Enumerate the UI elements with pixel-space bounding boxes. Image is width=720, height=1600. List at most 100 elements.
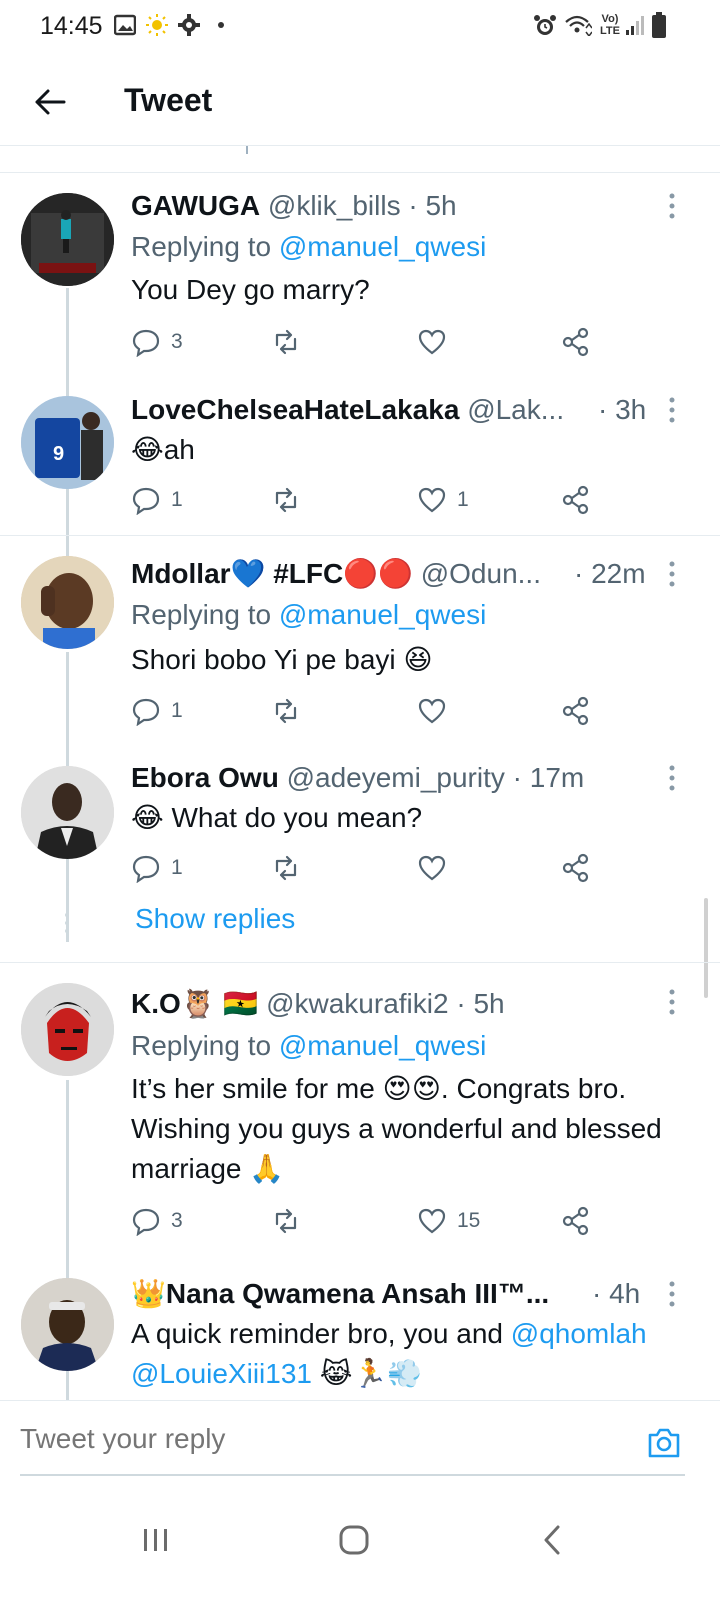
back-nav-button[interactable] (522, 1510, 582, 1570)
mention-link[interactable]: @qhomlah (511, 1318, 647, 1349)
share-button[interactable] (561, 325, 591, 359)
retweet-button[interactable] (271, 1204, 311, 1238)
handle[interactable]: @klik_bills (268, 190, 401, 221)
reply-button[interactable]: 1 (131, 694, 183, 728)
recent-apps-icon (144, 1529, 167, 1551)
more-options-icon[interactable] (662, 764, 682, 792)
heart-icon (418, 698, 446, 724)
avatar[interactable]: 9 (21, 396, 114, 489)
reply-tweet[interactable]: 9 LoveChelseaHateLakaka @Lak... · 3h 😂ah… (0, 380, 720, 535)
reply-icon (132, 1208, 160, 1236)
tweet-text: Shori bobo Yi pe bayi 😆 (131, 644, 433, 675)
battery-icon (652, 12, 666, 38)
reply-count: 1 (171, 856, 183, 879)
like-button[interactable] (417, 851, 457, 885)
heart-icon (418, 329, 446, 355)
reply-count: 3 (171, 330, 183, 353)
reply-button[interactable]: 1 (131, 483, 183, 517)
share-button[interactable] (561, 483, 591, 517)
reply-tweet[interactable]: K.O🦉 🇬🇭 @kwakurafiki2 · 5h Replying to @… (0, 970, 720, 1390)
display-name[interactable]: K.O🦉 🇬🇭 (131, 988, 258, 1019)
like-button[interactable]: 15 (417, 1204, 480, 1238)
sun-icon (146, 14, 168, 36)
share-icon (562, 696, 589, 726)
avatar[interactable] (21, 193, 114, 286)
mention-link[interactable]: @manuel_qwesi (279, 599, 486, 630)
share-button[interactable] (561, 1204, 591, 1238)
reply-tweet[interactable]: Ebora Owu @adeyemi_purity · 17m 😂 What d… (0, 750, 720, 902)
tweet-header-line: K.O🦉 🇬🇭 @kwakurafiki2 · 5h (131, 986, 680, 1022)
more-options-icon[interactable] (662, 1280, 682, 1308)
more-options-icon[interactable] (662, 560, 682, 588)
back-button[interactable] (28, 80, 72, 124)
camera-icon[interactable] (646, 1425, 682, 1461)
like-button[interactable]: 1 (417, 483, 469, 517)
thread-line (66, 862, 69, 902)
mention-link[interactable]: @manuel_qwesi (279, 231, 486, 262)
retweet-button[interactable] (271, 851, 311, 885)
avatar[interactable] (21, 766, 114, 859)
gallery-icon (114, 14, 136, 36)
avatar[interactable] (21, 983, 114, 1076)
reply-tweet[interactable]: 👑Nana Qwamena Ansah III™... · 4h A quick… (0, 1262, 720, 1400)
avatar[interactable] (21, 556, 114, 649)
display-name[interactable]: 👑Nana Qwamena Ansah III™... (131, 1278, 549, 1309)
more-options-icon[interactable] (662, 396, 682, 424)
svg-text:9: 9 (53, 443, 64, 465)
display-name[interactable]: Ebora Owu (131, 762, 279, 793)
retweet-icon (275, 487, 297, 513)
recent-apps-button[interactable] (126, 1510, 186, 1570)
display-name[interactable]: GAWUGA (131, 190, 260, 221)
tweet-actions: 1 (131, 851, 601, 885)
more-options-icon[interactable] (662, 192, 682, 220)
retweet-button[interactable] (271, 483, 311, 517)
reply-button[interactable]: 1 (131, 851, 183, 885)
more-options-icon[interactable] (662, 988, 682, 1016)
home-button[interactable] (324, 1510, 384, 1570)
handle[interactable]: @Odun... (421, 558, 541, 589)
timestamp: · 5h (456, 988, 505, 1019)
timestamp: · 22m (574, 558, 646, 589)
display-name[interactable]: LoveChelseaHateLakaka (131, 394, 459, 425)
tweet-actions: 1 1 (131, 483, 601, 517)
notification-dot-icon (218, 22, 224, 28)
reply-tweet[interactable]: GAWUGA @klik_bills · 5h Replying to @man… (0, 172, 720, 568)
share-icon (562, 1206, 589, 1236)
reply-input[interactable] (20, 1423, 620, 1455)
reply-button[interactable]: 3 (131, 325, 183, 359)
mention-link[interactable]: @manuel_qwesi (279, 1030, 486, 1061)
replying-to: Replying to @manuel_qwesi (131, 1028, 486, 1064)
display-name[interactable]: Mdollar💙 #LFC🔴🔴 (131, 558, 413, 589)
replying-label: Replying to (131, 1030, 272, 1061)
retweet-icon (275, 329, 297, 355)
tweet-actions: 3 15 (131, 1204, 601, 1238)
reply-tweet[interactable]: Mdollar💙 #LFC🔴🔴 @Odun... · 22m Replying … (0, 540, 720, 942)
settings-gear-icon (178, 14, 200, 36)
share-button[interactable] (561, 694, 591, 728)
retweet-button[interactable] (271, 694, 311, 728)
signal-icon (626, 16, 644, 35)
reply-icon (132, 855, 160, 883)
volte-label: Vo) LTE (600, 13, 620, 37)
avatar[interactable] (21, 1278, 114, 1371)
tweet-header-line: Ebora Owu @adeyemi_purity · 17m (131, 760, 680, 796)
back-arrow-icon (35, 89, 66, 115)
reply-icon (132, 698, 160, 726)
reply-count: 3 (171, 1209, 183, 1232)
handle[interactable]: @adeyemi_purity (287, 762, 505, 793)
like-button[interactable] (417, 694, 457, 728)
handle[interactable]: @Lak... (467, 394, 564, 425)
reply-button[interactable]: 3 (131, 1204, 183, 1238)
like-button[interactable] (417, 325, 457, 359)
share-icon (562, 853, 589, 883)
retweet-button[interactable] (271, 325, 311, 359)
tweet-text: A quick reminder bro, you and @qhomlah @… (131, 1318, 647, 1389)
show-replies-link[interactable]: Show replies (135, 903, 295, 935)
status-bar: 14:45 Vo) LTE (0, 0, 720, 54)
tweet-text: 😂 What do you mean? (131, 802, 423, 833)
share-button[interactable] (561, 851, 591, 885)
mention-link[interactable]: @LouieXiii131 (131, 1358, 312, 1389)
replying-label: Replying to (131, 231, 272, 262)
handle[interactable]: @kwakurafiki2 (266, 988, 448, 1019)
partial-thread-line (246, 146, 248, 154)
